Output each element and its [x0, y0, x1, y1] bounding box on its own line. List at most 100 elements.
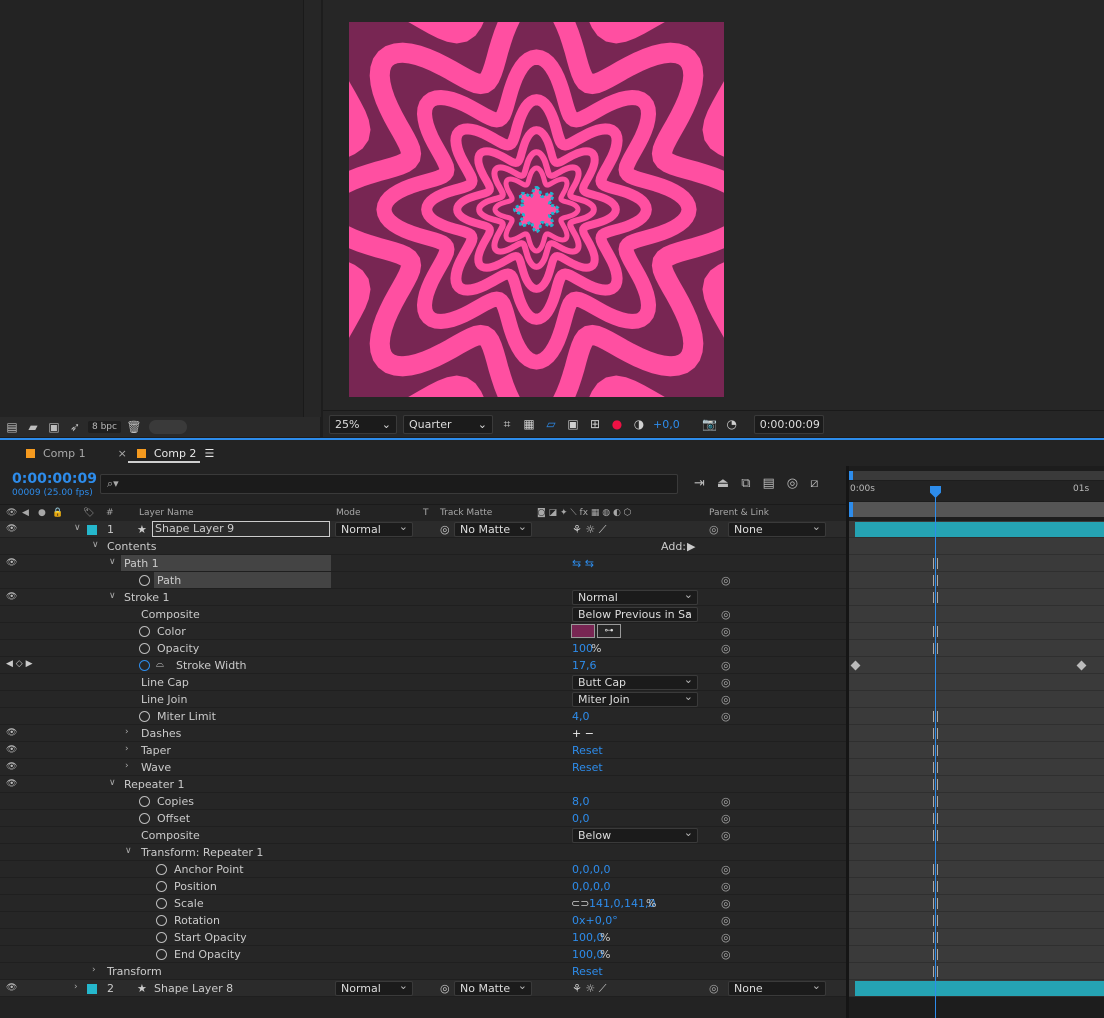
trash-icon[interactable]: 🗑 — [126, 420, 142, 434]
pickwhip-icon[interactable]: ◎ — [721, 863, 731, 876]
chevron-right-icon[interactable]: › — [125, 744, 129, 754]
graph-editor-icon[interactable]: ⧄ — [810, 476, 818, 491]
eye-column-icon[interactable]: 👁 — [6, 508, 17, 518]
chevron-down-icon[interactable]: ∨ — [109, 778, 116, 788]
eye-icon[interactable]: 👁 — [6, 983, 17, 993]
layer-duration-bar[interactable] — [855, 981, 1104, 996]
track-row[interactable] — [849, 759, 1104, 776]
label-column-icon[interactable]: 🏷 — [83, 508, 94, 518]
layer-search-input[interactable]: ⌕▾ — [100, 474, 678, 494]
property-row[interactable]: Rotation 0x+0,0° ◎ — [0, 912, 846, 929]
eye-icon[interactable]: 👁 — [6, 592, 17, 602]
stroke-blend-mode-dropdown[interactable]: Normal — [572, 590, 698, 605]
track-row[interactable] — [849, 674, 1104, 691]
eye-icon[interactable]: 👁 — [6, 762, 17, 772]
zoom-dropdown[interactable]: 25% ⌄ — [329, 414, 397, 434]
property-row[interactable]: Copies 8,0 ◎ — [0, 793, 846, 810]
layer-name-field[interactable]: Shape Layer 8 — [154, 982, 233, 995]
pickwhip-icon[interactable]: ◎ — [721, 608, 731, 621]
track-row[interactable] — [849, 725, 1104, 742]
time-ruler[interactable]: 0:00s 01s — [849, 481, 1104, 501]
stopwatch-icon[interactable] — [139, 575, 150, 586]
render-queue-icon[interactable]: ➶ — [67, 420, 83, 434]
show-snapshot-icon[interactable]: ◔ — [724, 416, 740, 432]
property-row[interactable]: Start Opacity 100,0 % ◎ — [0, 929, 846, 946]
tab-comp-2[interactable]: × Comp 2 ☰ — [98, 440, 227, 466]
line-cap-dropdown[interactable]: Butt Cap — [572, 675, 698, 690]
path-property-label[interactable]: Path — [154, 572, 331, 588]
tab-comp-1[interactable]: Comp 1 — [0, 440, 98, 466]
property-row[interactable]: Anchor Point 0,0,0,0 ◎ — [0, 861, 846, 878]
parent-dropdown[interactable]: None — [728, 981, 826, 996]
track-row[interactable] — [849, 946, 1104, 963]
exposure-value[interactable]: +0,0 — [653, 418, 680, 431]
track-matte-pickwhip-icon[interactable]: ◎ — [440, 982, 450, 995]
track-row[interactable] — [849, 708, 1104, 725]
layer-name-field[interactable]: Shape Layer 9 — [152, 521, 330, 537]
close-icon[interactable]: × — [118, 447, 127, 460]
stopwatch-icon[interactable] — [156, 915, 167, 926]
anchor-point-value[interactable]: 0,0,0,0 — [572, 863, 610, 876]
track-row[interactable] — [849, 878, 1104, 895]
time-navigator[interactable] — [849, 471, 1104, 480]
stopwatch-icon[interactable] — [156, 881, 167, 892]
chevron-down-icon[interactable]: ∨ — [74, 523, 81, 533]
property-row[interactable]: 👁 ∨ Repeater 1 — [0, 776, 846, 793]
time-navigator-start[interactable] — [849, 471, 853, 480]
resolution-dropdown[interactable]: Quarter ⌄ — [403, 414, 493, 434]
add-menu-label[interactable]: Add: — [661, 540, 686, 553]
track-row[interactable] — [849, 691, 1104, 708]
offset-value[interactable]: 0,0 — [572, 812, 590, 825]
mode-column[interactable]: Mode — [336, 508, 361, 518]
eye-icon[interactable]: 👁 — [6, 558, 17, 568]
property-row[interactable]: Offset 0,0 ◎ — [0, 810, 846, 827]
start-opacity-value[interactable]: 100,0 — [572, 931, 604, 944]
layer-label-color[interactable] — [87, 525, 97, 535]
property-row[interactable]: Opacity 100 % ◎ — [0, 640, 846, 657]
property-row[interactable]: › Transform Reset — [0, 963, 846, 980]
blend-mode-dropdown[interactable]: Normal — [335, 522, 413, 537]
property-row[interactable]: Path ◎ — [0, 572, 846, 589]
property-row[interactable]: Color ⊶ ◎ — [0, 623, 846, 640]
frame-blending-icon[interactable]: ▤ — [763, 476, 775, 491]
draft-3d-icon[interactable]: ⏏ — [717, 476, 729, 491]
stopwatch-active-icon[interactable] — [139, 660, 150, 671]
chevron-down-icon[interactable]: ∨ — [109, 591, 116, 601]
chevron-down-icon[interactable]: ∨ — [109, 557, 116, 567]
pickwhip-icon[interactable]: ◎ — [721, 625, 731, 638]
property-row[interactable]: ∨ Contents Add: ▶ — [0, 538, 846, 555]
miter-limit-value[interactable]: 4,0 — [572, 710, 590, 723]
track-row[interactable] — [849, 895, 1104, 912]
new-composition-icon[interactable]: ▣ — [46, 420, 62, 434]
lock-column-icon[interactable]: 🔒 — [52, 508, 63, 518]
property-row[interactable]: 👁 ∨ Path 1 ⇆ ⇆ — [0, 555, 846, 572]
property-row[interactable]: Composite Below Previous in Sa ◎ — [0, 606, 846, 623]
motion-blur-icon[interactable]: ◎ — [787, 476, 798, 491]
eye-icon[interactable]: 👁 — [6, 728, 17, 738]
selected-path-core[interactable] — [512, 185, 561, 234]
property-row[interactable]: Scale ⊂⊃ 141,0,141,0 % ◎ — [0, 895, 846, 912]
pickwhip-icon[interactable]: ◎ — [721, 880, 731, 893]
chevron-right-icon[interactable]: › — [92, 965, 96, 975]
mask-visibility-icon[interactable]: ▱ — [543, 416, 559, 432]
property-row[interactable]: 👁 › Taper Reset — [0, 742, 846, 759]
parent-pickwhip-icon[interactable]: ◎ — [709, 982, 719, 995]
track-row[interactable] — [849, 929, 1104, 946]
track-row[interactable] — [849, 861, 1104, 878]
chevron-down-icon[interactable]: ∨ — [125, 846, 132, 856]
reset-exposure-icon[interactable]: ◑ — [631, 416, 647, 432]
track-row[interactable] — [849, 810, 1104, 827]
parent-link-column[interactable]: Parent & Link — [709, 508, 769, 518]
shy-layers-icon[interactable]: ⧉ — [741, 476, 750, 491]
parent-dropdown[interactable]: None — [728, 522, 826, 537]
stopwatch-icon[interactable] — [139, 711, 150, 722]
viewer-timecode[interactable]: 0:00:00:09 — [753, 414, 824, 434]
property-row[interactable]: Line Cap Butt Cap ◎ — [0, 674, 846, 691]
property-row[interactable]: Composite Below ◎ — [0, 827, 846, 844]
stroke-width-value[interactable]: 17,6 — [572, 659, 597, 672]
track-row[interactable] — [849, 657, 1104, 674]
layer-name-column[interactable]: Layer Name — [139, 508, 194, 518]
chevron-right-icon[interactable]: › — [74, 982, 78, 992]
layer-row[interactable]: 👁 › 2 ★ Shape Layer 8 Normal ◎ No Matte … — [0, 980, 846, 997]
interpret-footage-icon[interactable]: ▤ — [4, 420, 20, 434]
